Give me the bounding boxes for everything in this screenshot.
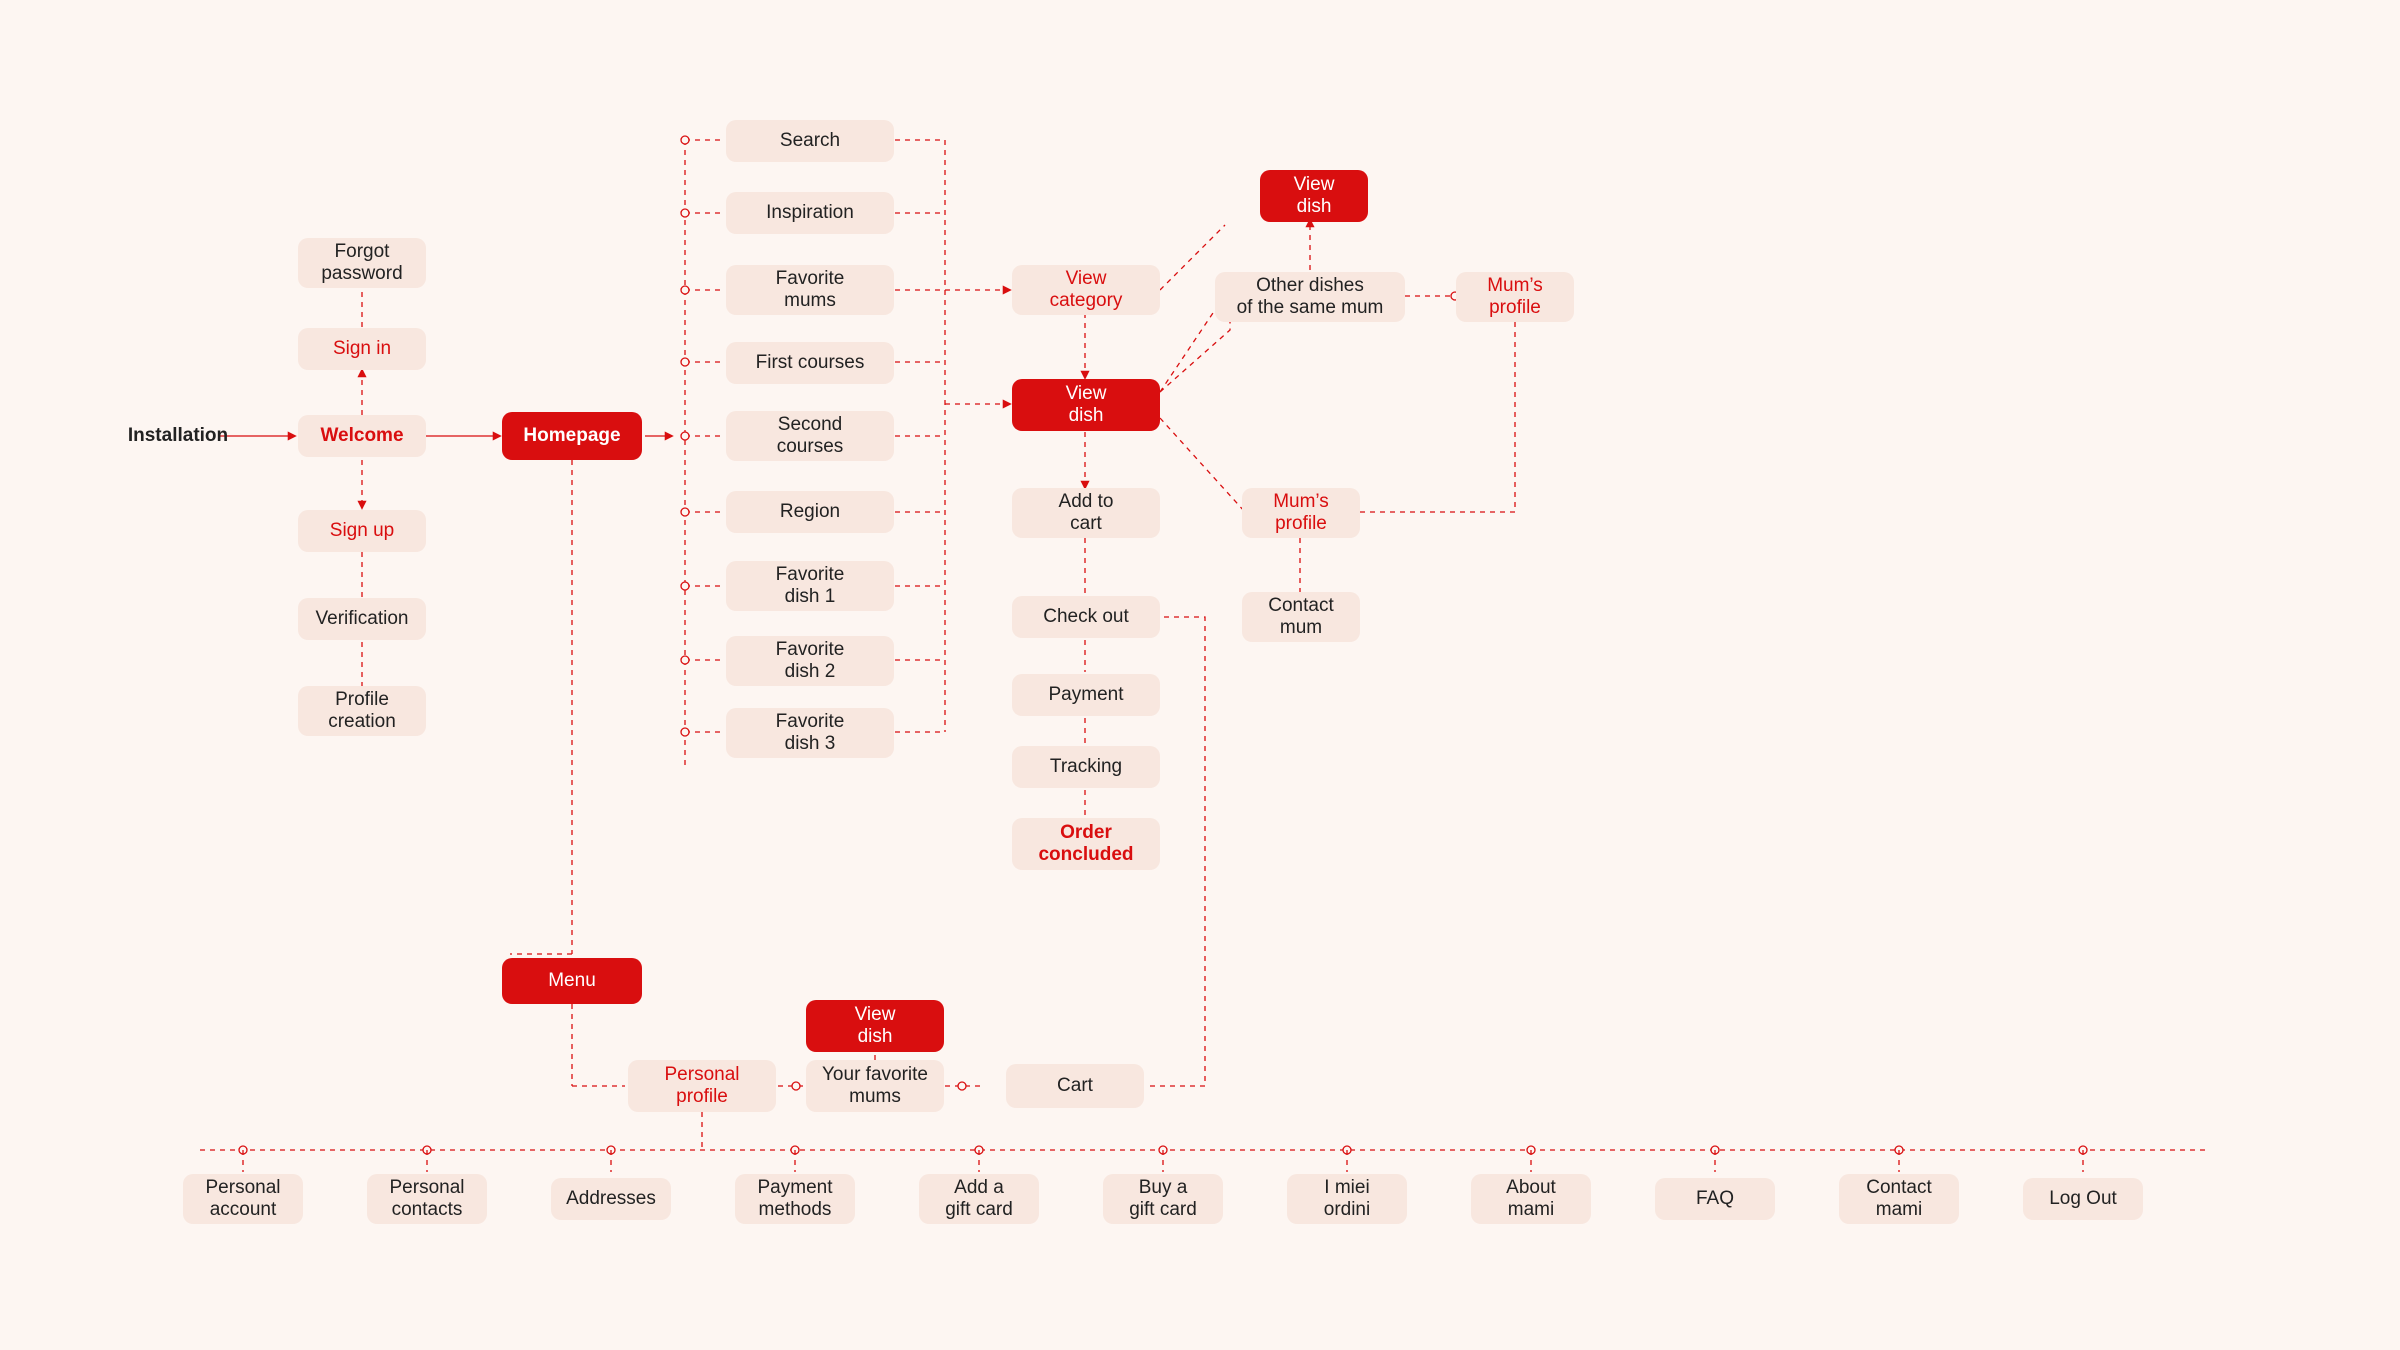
node-signin: Sign in xyxy=(298,328,426,370)
label: Payment xyxy=(1049,684,1124,706)
node-payment: Payment xyxy=(1012,674,1160,716)
node-welcome: Welcome xyxy=(298,415,426,457)
node-installation: Installation xyxy=(128,422,228,450)
node-your-favorite-mums: Your favoritemums xyxy=(806,1060,944,1112)
label: Menu xyxy=(548,970,596,992)
node-fav-dish-2: Favoritedish 2 xyxy=(726,636,894,686)
label: Viewdish xyxy=(855,1004,896,1048)
node-mums-profile-bottom: Mum’sprofile xyxy=(1242,488,1360,538)
label: Add agift card xyxy=(945,1177,1013,1221)
node-fav-dish-1: Favoritedish 1 xyxy=(726,561,894,611)
label: Viewdish xyxy=(1294,174,1335,218)
label: Forgotpassword xyxy=(321,241,402,285)
node-forgot-password: Forgotpassword xyxy=(298,238,426,288)
node-cart: Cart xyxy=(1006,1064,1144,1108)
label: Favoritedish 3 xyxy=(776,711,845,755)
bottom-personal-contacts: Personalcontacts xyxy=(367,1174,487,1224)
node-other-dishes: Other dishesof the same mum xyxy=(1215,272,1405,322)
node-menu: Menu xyxy=(502,958,642,1004)
label: Mum’sprofile xyxy=(1273,491,1329,535)
label: Favoritemums xyxy=(776,268,845,312)
label: Contactmami xyxy=(1866,1177,1931,1221)
label: Add tocart xyxy=(1059,491,1114,535)
node-signup: Sign up xyxy=(298,510,426,552)
bottom-logout: Log Out xyxy=(2023,1178,2143,1220)
label: Search xyxy=(780,130,840,152)
label: Inspiration xyxy=(766,202,854,224)
node-first-courses: First courses xyxy=(726,342,894,384)
label: Addresses xyxy=(566,1188,656,1210)
label: Homepage xyxy=(523,425,620,447)
bottom-faq: FAQ xyxy=(1655,1178,1775,1220)
label: Paymentmethods xyxy=(758,1177,833,1221)
label: First courses xyxy=(756,352,865,374)
label: Orderconcluded xyxy=(1038,822,1133,866)
node-fav-dish-3: Favoritedish 3 xyxy=(726,708,894,758)
label: Region xyxy=(780,501,840,523)
node-checkout: Check out xyxy=(1012,596,1160,638)
bottom-my-orders: I mieiordini xyxy=(1287,1174,1407,1224)
node-verification: Verification xyxy=(298,598,426,640)
node-add-to-cart: Add tocart xyxy=(1012,488,1160,538)
label: Personalaccount xyxy=(206,1177,281,1221)
node-contact-mum: Contactmum xyxy=(1242,592,1360,642)
node-profile-creation: Profilecreation xyxy=(298,686,426,736)
label: Favoritedish 2 xyxy=(776,639,845,683)
node-view-category: Viewcategory xyxy=(1012,265,1160,315)
label: Buy agift card xyxy=(1129,1177,1197,1221)
label: Check out xyxy=(1043,606,1129,628)
bottom-addresses: Addresses xyxy=(551,1178,671,1220)
label: Favoritedish 1 xyxy=(776,564,845,608)
node-tracking: Tracking xyxy=(1012,746,1160,788)
node-search: Search xyxy=(726,120,894,162)
label: Contactmum xyxy=(1268,595,1333,639)
label: Personalcontacts xyxy=(390,1177,465,1221)
label: Viewdish xyxy=(1066,383,1107,427)
bottom-add-giftcard: Add agift card xyxy=(919,1174,1039,1224)
label: Installation xyxy=(128,425,228,447)
label: Sign up xyxy=(330,520,394,542)
bottom-buy-giftcard: Buy agift card xyxy=(1103,1174,1223,1224)
label: Other dishesof the same mum xyxy=(1237,275,1384,319)
label: Secondcourses xyxy=(777,414,844,458)
label: Profilecreation xyxy=(328,689,396,733)
node-order-concluded: Orderconcluded xyxy=(1012,818,1160,870)
connectors xyxy=(0,0,2400,1350)
label: Your favoritemums xyxy=(822,1064,928,1108)
label: FAQ xyxy=(1696,1188,1734,1210)
node-homepage: Homepage xyxy=(502,412,642,460)
label: Sign in xyxy=(333,338,391,360)
label: Viewcategory xyxy=(1050,268,1123,312)
label: I mieiordini xyxy=(1324,1177,1370,1221)
label: Welcome xyxy=(320,425,403,447)
node-view-dish-bottom: Viewdish xyxy=(806,1000,944,1052)
label: Log Out xyxy=(2049,1188,2117,1210)
node-favorite-mums: Favoritemums xyxy=(726,265,894,315)
node-view-dish-top: Viewdish xyxy=(1260,170,1368,222)
bottom-personal-account: Personalaccount xyxy=(183,1174,303,1224)
node-second-courses: Secondcourses xyxy=(726,411,894,461)
bottom-about-mami: Aboutmami xyxy=(1471,1174,1591,1224)
label: Verification xyxy=(316,608,409,630)
label: Cart xyxy=(1057,1075,1093,1097)
node-personal-profile: Personalprofile xyxy=(628,1060,776,1112)
label: Personalprofile xyxy=(665,1064,740,1108)
bottom-contact-mami: Contactmami xyxy=(1839,1174,1959,1224)
node-view-dish: Viewdish xyxy=(1012,379,1160,431)
label: Tracking xyxy=(1050,756,1122,778)
node-inspiration: Inspiration xyxy=(726,192,894,234)
node-region: Region xyxy=(726,491,894,533)
sitemap-canvas: Installation Forgotpassword Sign in Welc… xyxy=(0,0,2400,1350)
label: Aboutmami xyxy=(1506,1177,1556,1221)
node-mums-profile-right: Mum’sprofile xyxy=(1456,272,1574,322)
bottom-payment-methods: Paymentmethods xyxy=(735,1174,855,1224)
label: Mum’sprofile xyxy=(1487,275,1543,319)
